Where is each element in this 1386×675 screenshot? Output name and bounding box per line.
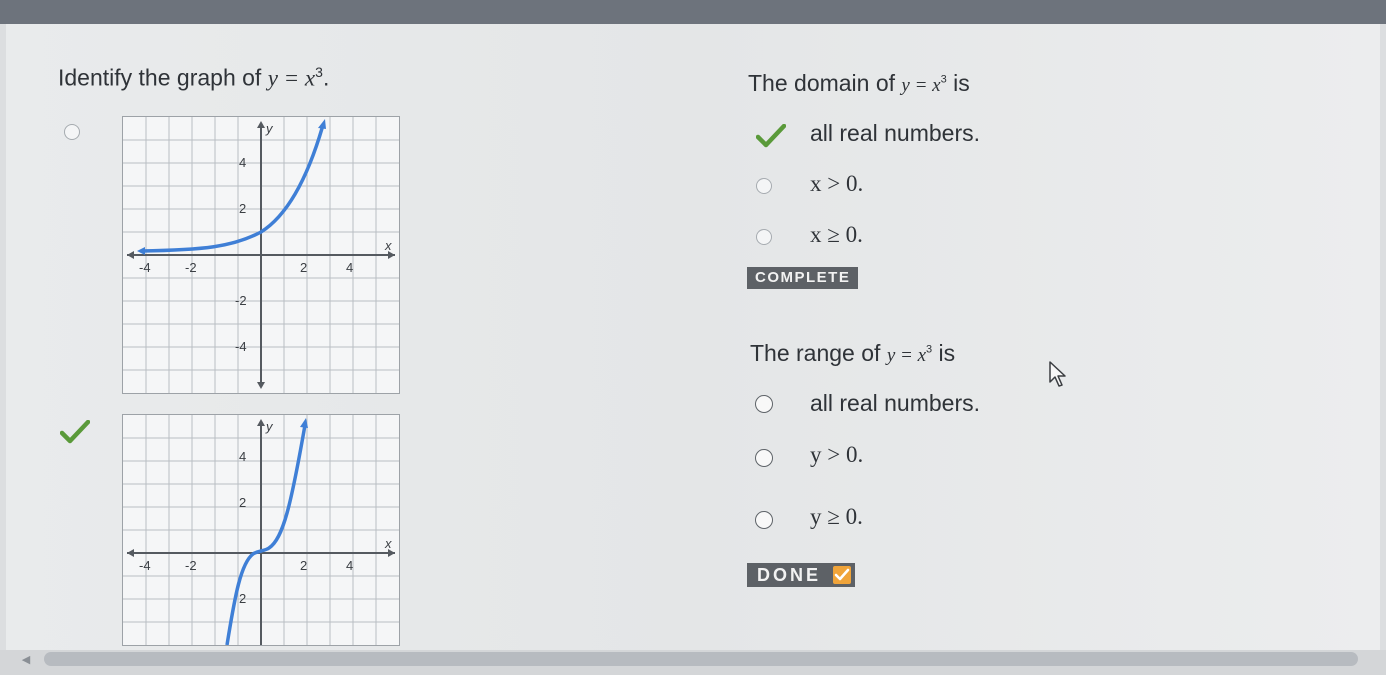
- range-option-2-label[interactable]: y > 0.: [810, 442, 863, 468]
- graph2-x-tick: -4: [139, 558, 151, 573]
- graph2-x-tick: 4: [346, 558, 353, 573]
- domain-option-1-label[interactable]: all real numbers.: [810, 120, 980, 147]
- graph2-x-label: x: [384, 536, 392, 551]
- graph2-y-tick: 2: [239, 591, 246, 606]
- domain-option-3-radio[interactable]: [756, 229, 772, 245]
- range-option-1-radio[interactable]: [755, 395, 773, 413]
- graph1-x-tick: 4: [346, 260, 353, 275]
- graph-option-1-plot: y x -4 -2 2 4 4 2 -2 -4: [123, 117, 399, 393]
- range-suffix: is: [932, 340, 956, 366]
- range-prefix: The range of: [750, 340, 887, 366]
- range-option-1-label[interactable]: all real numbers.: [810, 390, 980, 417]
- graph1-x-tick: 2: [300, 260, 307, 275]
- graph2-y-tick: 2: [239, 495, 246, 510]
- graph2-x-tick: -2: [185, 558, 197, 573]
- domain-option-2-label[interactable]: x > 0.: [810, 171, 863, 197]
- graph1-x-tick: -4: [139, 260, 151, 275]
- range-equation: y = x: [886, 345, 926, 366]
- graph-option-1[interactable]: y x -4 -2 2 4 4 2 -2 -4: [122, 116, 400, 394]
- domain-equation: y = x: [901, 75, 941, 96]
- horizontal-scrollbar-thumb[interactable]: [44, 652, 1358, 666]
- graph-option-2-plot: y x -4 -2 2 4 4 2 2: [123, 415, 399, 645]
- complete-badge: COMPLETE: [747, 267, 859, 289]
- range-option-3-label[interactable]: y ≥ 0.: [810, 504, 863, 530]
- prompt-text: Identify the graph of: [58, 64, 268, 91]
- graph-option-1-radio[interactable]: [64, 124, 80, 140]
- chevron-left-icon[interactable]: ◀: [18, 653, 34, 667]
- domain-option-3-label[interactable]: x ≥ 0.: [810, 222, 863, 248]
- prompt-equation: y = x: [267, 65, 316, 91]
- done-check-icon: [833, 566, 852, 584]
- range-question-prompt: The range of y = x3 is: [750, 340, 955, 367]
- graph1-y-label: y: [265, 121, 274, 136]
- domain-question-prompt: The domain of y = x3 is: [748, 70, 970, 97]
- prompt-period: .: [322, 64, 330, 91]
- graph2-y-tick: 4: [239, 449, 246, 464]
- graph-question-prompt: Identify the graph of y = x3.: [58, 64, 329, 92]
- range-option-3-radio[interactable]: [755, 511, 773, 529]
- range-option-2-radio[interactable]: [755, 449, 773, 467]
- graph1-y-tick: -4: [235, 339, 247, 354]
- domain-suffix: is: [946, 70, 970, 96]
- prompt-exponent: 3: [315, 64, 323, 80]
- window-top-bar: [0, 0, 1386, 24]
- graph-option-2-check-icon: [60, 420, 90, 444]
- graph2-x-tick: 2: [300, 558, 307, 573]
- domain-prefix: The domain of: [748, 70, 902, 96]
- graph2-y-label: y: [265, 419, 274, 434]
- graph1-x-tick: -2: [185, 260, 197, 275]
- done-button-label: DONE: [757, 565, 822, 585]
- done-button[interactable]: DONE: [747, 563, 856, 587]
- domain-option-1-check-icon: [756, 124, 786, 148]
- graph1-y-tick: 4: [239, 155, 246, 170]
- graph1-y-tick: 2: [239, 201, 246, 216]
- domain-option-2-radio[interactable]: [756, 178, 772, 194]
- graph1-x-label: x: [384, 238, 392, 253]
- graph-option-2[interactable]: y x -4 -2 2 4 4 2 2: [122, 414, 400, 646]
- mouse-pointer-icon: [1049, 361, 1066, 387]
- graph1-y-tick: -2: [235, 293, 247, 308]
